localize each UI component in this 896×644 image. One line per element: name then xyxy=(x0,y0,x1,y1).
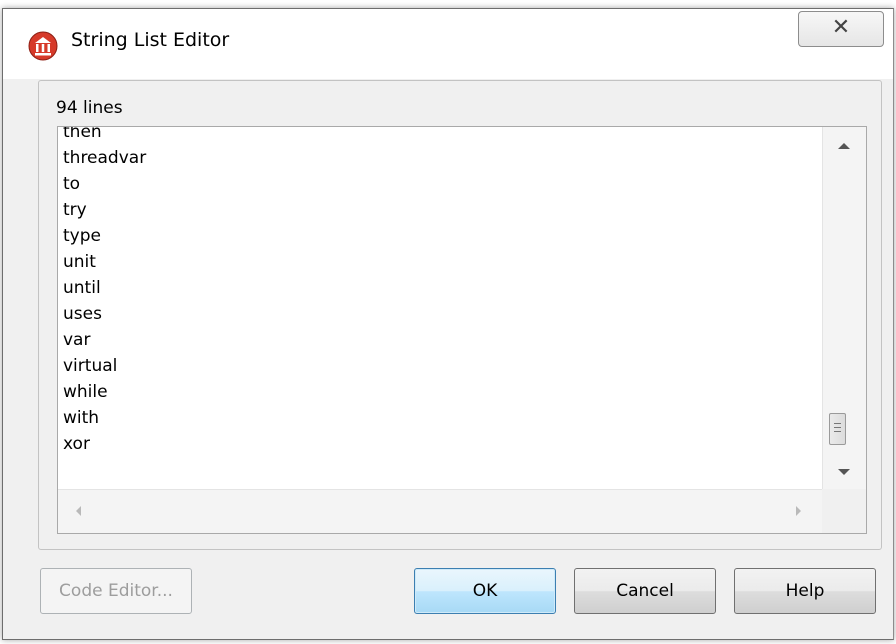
scroll-right-arrow-icon[interactable] xyxy=(796,506,801,516)
code-editor-button[interactable]: Code Editor... xyxy=(40,568,192,614)
scroll-left-arrow-icon[interactable] xyxy=(76,506,81,516)
help-button[interactable]: Help xyxy=(734,568,876,614)
list-line[interactable]: type xyxy=(63,223,146,249)
list-line[interactable]: var xyxy=(63,327,146,353)
string-list-memo[interactable]: then threadvar to try type unit until uses var vi… xyxy=(57,126,867,534)
window-title: String List Editor xyxy=(71,29,230,51)
list-line[interactable]: until xyxy=(63,275,146,301)
list-line[interactable]: threadvar xyxy=(63,145,146,171)
list-line[interactable]: to xyxy=(63,171,146,197)
string-list-lines: then threadvar to try type unit until uses var vi… xyxy=(63,127,146,457)
list-line[interactable]: with xyxy=(63,405,146,431)
scroll-down-arrow-icon[interactable] xyxy=(838,469,850,475)
list-line[interactable]: try xyxy=(63,197,146,223)
list-line[interactable]: uses xyxy=(63,301,146,327)
close-icon: ✕ xyxy=(831,15,851,40)
scroll-up-arrow-icon[interactable] xyxy=(838,143,850,149)
ok-button[interactable]: OK xyxy=(414,568,556,614)
vertical-scrollbar[interactable] xyxy=(822,127,866,489)
list-line[interactable]: then xyxy=(63,127,146,145)
close-button[interactable]: ✕ xyxy=(798,11,884,47)
grip-line xyxy=(834,431,841,432)
list-line[interactable]: xor xyxy=(63,431,146,457)
grip-line xyxy=(834,427,841,428)
title-bar: String List Editor ✕ xyxy=(3,9,893,79)
scrollbar-corner xyxy=(822,489,866,533)
cancel-button[interactable]: Cancel xyxy=(574,568,716,614)
grip-line xyxy=(834,423,841,424)
horizontal-scrollbar[interactable] xyxy=(58,489,822,533)
list-line[interactable]: unit xyxy=(63,249,146,275)
app-icon xyxy=(28,31,58,61)
vertical-scroll-thumb[interactable] xyxy=(829,413,846,445)
line-count-label: 94 lines xyxy=(56,98,123,118)
list-line[interactable]: while xyxy=(63,379,146,405)
list-line[interactable]: virtual xyxy=(63,353,146,379)
